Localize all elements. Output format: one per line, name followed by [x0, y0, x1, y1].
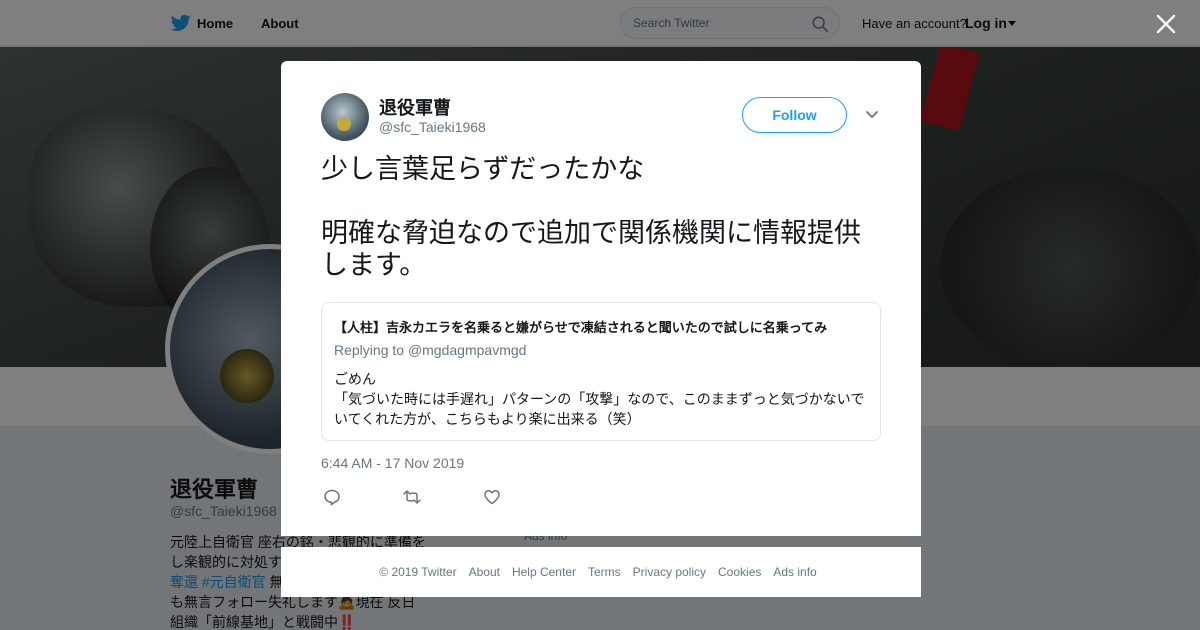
tweet-author-name[interactable]: 退役軍曹	[379, 94, 451, 120]
quoted-text-line: ごめん	[334, 371, 376, 387]
modal-footer: © 2019 Twitter About Help Center Terms P…	[281, 547, 921, 597]
reply-icon[interactable]	[322, 487, 342, 507]
tweet-text-line: します。	[321, 250, 427, 280]
footer-copyright: © 2019 Twitter	[379, 565, 457, 579]
tweet-author-handle[interactable]: @sfc_Taieki1968	[379, 119, 486, 135]
quoted-tweet-body: ごめん 「気づいた時には手遅れ」パターンの「攻撃」なので、このままずっと気づかな…	[334, 369, 874, 429]
footer-link-terms[interactable]: Terms	[588, 565, 621, 579]
replying-to-label: Replying to	[334, 342, 408, 358]
tweet-modal: 退役軍曹 @sfc_Taieki1968 Follow 少し言葉足らずだったかな…	[281, 61, 921, 536]
chevron-down-icon[interactable]	[865, 109, 879, 121]
tweet-text: 少し言葉足らずだったかな 明確な脅迫なので追加で関係機関に情報提供 します。	[321, 153, 891, 281]
retweet-icon[interactable]	[402, 487, 422, 507]
tweet-text-line	[321, 185, 891, 217]
quoted-text-line: いてくれた方が、こちらもより楽に出来る（笑）	[334, 411, 641, 427]
tweet-author-avatar[interactable]	[321, 93, 369, 141]
footer-link-about[interactable]: About	[469, 565, 500, 579]
footer-link-privacy[interactable]: Privacy policy	[633, 565, 706, 579]
footer-link-ads-info[interactable]: Ads info	[773, 565, 816, 579]
footer-link-cookies[interactable]: Cookies	[718, 565, 761, 579]
follow-button[interactable]: Follow	[742, 97, 847, 133]
quoted-replying-to: Replying to @mgdagmpavmgd	[334, 342, 526, 358]
close-icon[interactable]	[1155, 13, 1177, 35]
footer-link-help-center[interactable]: Help Center	[512, 565, 576, 579]
tweet-text-line: 少し言葉足らずだったかな	[321, 154, 645, 184]
avatar-detail	[337, 117, 351, 131]
quoted-tweet[interactable]: 【人柱】吉永カエラを名乗ると嫌がらせで凍結されると聞いたので試しに名乗ってみ R…	[321, 302, 881, 441]
heart-icon[interactable]	[482, 487, 502, 507]
replying-to-mention[interactable]: @mgdagmpavmgd	[408, 342, 527, 358]
quoted-tweet-title: 【人柱】吉永カエラを名乗ると嫌がらせで凍結されると聞いたので試しに名乗ってみ	[334, 320, 828, 335]
tweet-timestamp[interactable]: 6:44 AM - 17 Nov 2019	[321, 455, 464, 471]
quoted-text-line: 「気づいた時には手遅れ」パターンの「攻撃」なので、このままずっと気づかないで	[334, 391, 865, 407]
tweet-text-line: 明確な脅迫なので追加で関係機関に情報提供	[321, 218, 861, 248]
